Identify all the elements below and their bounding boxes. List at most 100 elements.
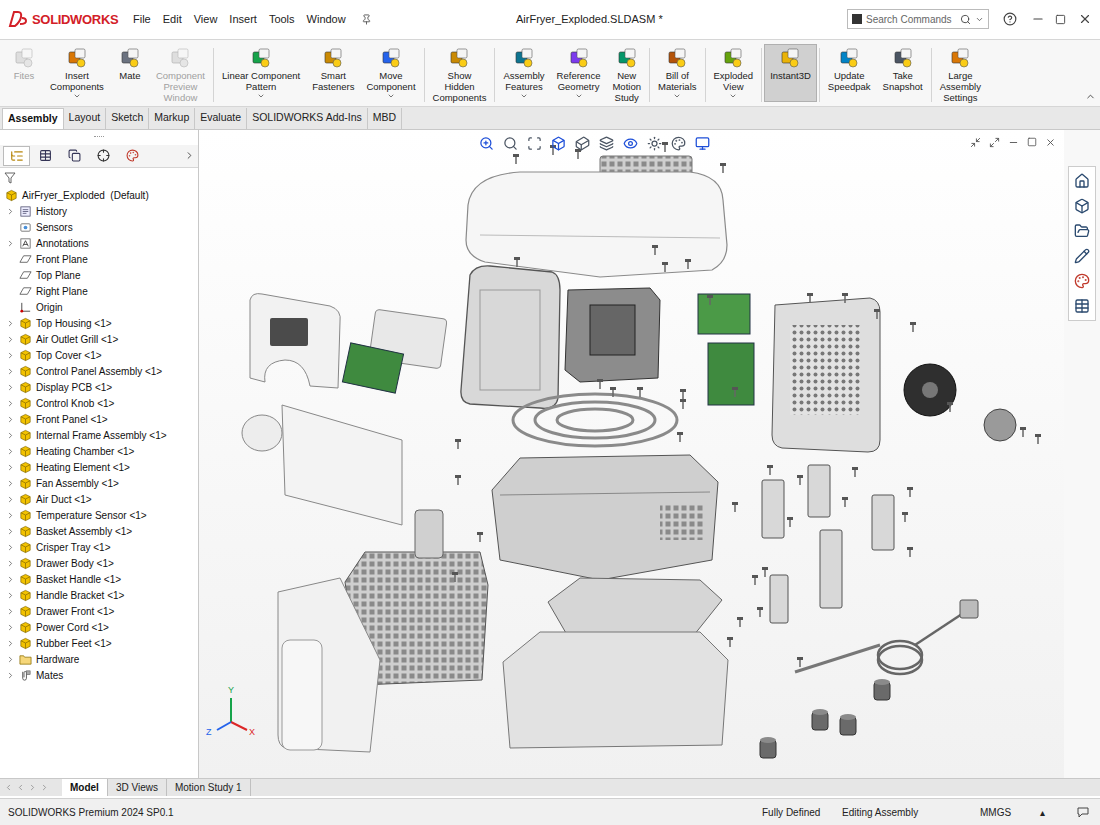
- tree-item[interactable]: Mates: [5, 668, 198, 684]
- search-commands[interactable]: Search Commands: [847, 9, 989, 29]
- expand-icon[interactable]: [6, 543, 15, 552]
- expand-icon[interactable]: [6, 559, 15, 568]
- tab-scroll-icon[interactable]: [40, 783, 49, 792]
- unit-system[interactable]: MMGS: [980, 805, 1040, 820]
- command-button[interactable]: Instant3D: [764, 44, 817, 102]
- screw[interactable]: [662, 142, 668, 152]
- restore-icon[interactable]: [970, 137, 981, 148]
- screw[interactable]: [797, 657, 803, 667]
- close-icon[interactable]: [1078, 12, 1092, 26]
- front-panel[interactable]: [282, 405, 402, 525]
- menu-item[interactable]: View: [193, 11, 219, 28]
- collapse-ribbon-icon[interactable]: [1085, 91, 1096, 102]
- task-pane-icon[interactable]: [1074, 273, 1090, 289]
- rubber-foot[interactable]: [874, 679, 890, 700]
- tree-item[interactable]: History: [5, 204, 198, 220]
- screw[interactable]: [637, 387, 643, 397]
- command-button[interactable]: Linear ComponentPattern: [216, 44, 306, 106]
- panel-tab[interactable]: [32, 146, 59, 166]
- command-button[interactable]: Fites: [4, 44, 44, 106]
- view-tool-icon[interactable]: [647, 136, 662, 151]
- rubber-foot[interactable]: [812, 709, 828, 730]
- screw[interactable]: [842, 497, 848, 507]
- panel-tab[interactable]: [90, 146, 117, 166]
- panel-tab[interactable]: [119, 146, 146, 166]
- screw[interactable]: [610, 387, 616, 397]
- triad[interactable]: YXZ: [203, 688, 259, 744]
- viewport-close-icon[interactable]: [1045, 137, 1056, 148]
- menu-item[interactable]: Tools: [268, 11, 296, 28]
- tree-item[interactable]: Air Duct <1>: [5, 492, 198, 508]
- command-button[interactable]: ExplodedView: [708, 44, 760, 106]
- maximize-icon[interactable]: [1055, 14, 1066, 25]
- handle-bracket[interactable]: [415, 510, 443, 558]
- menu-item[interactable]: Window: [306, 11, 347, 28]
- feedback-icon[interactable]: [1076, 805, 1090, 819]
- dropdown-arrow-icon[interactable]: [575, 92, 583, 100]
- main-pcb-a[interactable]: [698, 294, 750, 334]
- tree-item[interactable]: Rubber Feet <1>: [5, 636, 198, 652]
- panel-tab[interactable]: [61, 146, 88, 166]
- expand-icon[interactable]: [6, 623, 15, 632]
- help-icon[interactable]: [1003, 12, 1017, 26]
- tree-item[interactable]: Top Plane: [5, 268, 198, 284]
- view-tab[interactable]: 3D Views: [108, 779, 167, 796]
- command-button[interactable]: AssemblyFeatures: [497, 44, 550, 106]
- tree-item[interactable]: Display PCB <1>: [5, 380, 198, 396]
- expand-icon[interactable]: [6, 591, 15, 600]
- power-cord[interactable]: [878, 612, 965, 674]
- top-housing[interactable]: [466, 172, 727, 277]
- tree-item[interactable]: Air Outlet Grill <1>: [5, 332, 198, 348]
- expand-icon[interactable]: [6, 607, 15, 616]
- crisper-tray[interactable]: [548, 578, 722, 640]
- command-button[interactable]: Mate: [110, 44, 150, 106]
- view-tab[interactable]: Motion Study 1: [167, 779, 251, 796]
- bracket[interactable]: [808, 465, 830, 517]
- tree-item[interactable]: Temperature Sensor <1>: [5, 508, 198, 524]
- tile-icon[interactable]: [989, 137, 1000, 148]
- dropdown-arrow-icon[interactable]: [729, 92, 737, 100]
- control-panel[interactable]: [250, 293, 340, 387]
- command-tab[interactable]: Layout: [64, 108, 107, 129]
- view-tool-icon[interactable]: [599, 136, 614, 151]
- screw[interactable]: [680, 399, 686, 409]
- screw[interactable]: [907, 487, 913, 497]
- screw[interactable]: [907, 547, 913, 557]
- command-button[interactable]: ReferenceGeometry: [551, 44, 607, 106]
- screw[interactable]: [1035, 434, 1041, 444]
- view-tool-icon[interactable]: [575, 136, 590, 151]
- tree-item[interactable]: Heating Chamber <1>: [5, 444, 198, 460]
- main-pcb-b[interactable]: [708, 343, 754, 405]
- heating-element[interactable]: [513, 394, 677, 446]
- expand-icon[interactable]: [6, 495, 15, 504]
- expand-icon[interactable]: [6, 319, 15, 328]
- exploded-assembly-drawing[interactable]: [199, 130, 1064, 778]
- command-button[interactable]: NewMotionStudy: [606, 44, 647, 106]
- screw[interactable]: [910, 322, 916, 332]
- screw[interactable]: [514, 257, 520, 267]
- command-tab[interactable]: SOLIDWORKS Add-Ins: [247, 108, 368, 129]
- screw[interactable]: [720, 163, 726, 173]
- dropdown-arrow-icon[interactable]: [673, 92, 681, 100]
- command-tab[interactable]: Sketch: [106, 108, 149, 129]
- task-pane-icon[interactable]: [1074, 198, 1090, 214]
- expand-icon[interactable]: [6, 511, 15, 520]
- tab-scroll-icon[interactable]: [4, 783, 13, 792]
- bracket[interactable]: [770, 575, 788, 623]
- tree-item[interactable]: Front Plane: [5, 252, 198, 268]
- screw[interactable]: [757, 607, 763, 617]
- screw[interactable]: [737, 617, 743, 627]
- expand-icon[interactable]: [6, 671, 15, 680]
- dropdown-arrow-icon[interactable]: [387, 92, 395, 100]
- screw[interactable]: [797, 475, 803, 485]
- screw[interactable]: [455, 475, 461, 485]
- expand-icon[interactable]: [6, 399, 15, 408]
- task-pane-icon[interactable]: [1074, 298, 1090, 314]
- menu-item[interactable]: File: [132, 11, 152, 28]
- screw[interactable]: [597, 379, 603, 389]
- motor[interactable]: [984, 409, 1016, 441]
- screw[interactable]: [685, 259, 691, 269]
- viewport-minimize-icon[interactable]: [1008, 137, 1019, 148]
- tree-item[interactable]: Control Knob <1>: [5, 396, 198, 412]
- command-button[interactable]: SmartFasteners: [306, 44, 360, 106]
